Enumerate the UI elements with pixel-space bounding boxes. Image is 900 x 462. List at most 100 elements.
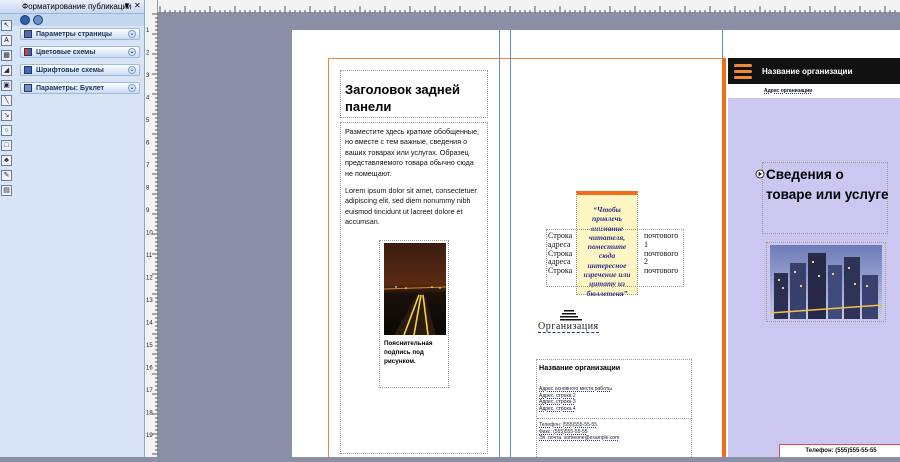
address-line: Адрес, строка 4	[539, 405, 576, 412]
table-icon[interactable]: ▦	[1, 50, 12, 61]
front-organization-name: Название организации	[762, 66, 853, 76]
chevron-down-icon[interactable]: ⌄	[128, 30, 136, 38]
front-phone-text: Телефон: (555)555-55-55	[805, 448, 877, 454]
organization-info-box[interactable]: Название организации Адрес основного мес…	[536, 359, 692, 457]
color-scheme-icon	[24, 48, 32, 56]
front-top-bar[interactable]: Название организации	[728, 58, 900, 84]
organization-name: Название организации	[539, 363, 621, 372]
workspace: Заголовок задней панели Разместите здесь…	[158, 13, 900, 457]
chevron-down-icon[interactable]: ⌄	[128, 66, 136, 74]
body-paragraph: Разместите здесь краткие обобщенные, но …	[345, 127, 480, 178]
section-font-schemes[interactable]: Шрифтовые схемы ⌄	[20, 64, 140, 76]
section-label: Шрифтовые схемы	[36, 66, 104, 74]
ruler-label: 17	[146, 388, 153, 394]
section-page-setup[interactable]: Параметры страницы ⌄	[20, 28, 140, 40]
section-label: Цветовые схемы	[36, 48, 96, 56]
ruler-label: 2	[146, 51, 150, 57]
email-line: Эл. почта: someone@example.com	[539, 435, 620, 442]
ruler-label: 5	[146, 118, 150, 124]
margin-guide-left	[328, 58, 329, 457]
city-skyline-photo[interactable]	[770, 245, 882, 319]
address-line: почтового	[644, 266, 679, 276]
arrow-icon[interactable]: ↘	[1, 110, 12, 121]
section-color-schemes[interactable]: Цветовые схемы ⌄	[20, 46, 140, 58]
organization-logo-text[interactable]: Организация	[538, 321, 599, 333]
address-line: Адрес основного места работы	[539, 386, 612, 392]
night-road-photo[interactable]	[384, 243, 446, 335]
horizontal-ruler[interactable]	[158, 0, 900, 13]
line-icon[interactable]: ╲	[1, 95, 12, 106]
fax-line: Факс: (555)555-55-55	[539, 428, 588, 435]
picture-icon[interactable]: ▣	[1, 80, 12, 91]
ruler-label: 4	[146, 96, 150, 102]
wordart-icon[interactable]: ◢	[1, 65, 12, 76]
address-line: Адрес, строка 2	[539, 392, 576, 399]
chevron-down-icon[interactable]: ⌄	[128, 48, 136, 56]
section-label: Параметры страницы	[36, 30, 113, 38]
picture-frame[interactable]: Пояснительная подпись под рисунком.	[379, 240, 449, 388]
phone-line: Телефон: (555)555-55-55	[539, 422, 597, 428]
contact-info: Телефон: (555)555-55-55 Факс: (555)555-5…	[539, 422, 619, 442]
address-line: почтового	[644, 248, 679, 258]
ruler-label: 13	[146, 298, 153, 304]
ruler-label: 10	[146, 231, 153, 237]
body-paragraph: Lorem ipsum dolor sit amet, consectetuer…	[345, 186, 477, 227]
ruler-label: 6	[146, 141, 150, 147]
chevron-down-icon[interactable]: ⌄	[128, 84, 136, 92]
front-picture-frame[interactable]	[766, 242, 886, 322]
organization-logo-icon[interactable]	[560, 308, 584, 322]
autoshapes-icon[interactable]: ♣	[1, 155, 12, 166]
ruler-label: 19	[146, 433, 153, 439]
address-line: Адрес, строка 3	[539, 399, 576, 406]
ruler-label: 12	[146, 276, 153, 282]
back-heading-box[interactable]: Заголовок задней панели	[340, 70, 488, 118]
oval-icon[interactable]: ○	[1, 125, 12, 136]
front-accent-bar	[722, 58, 726, 457]
task-pane-nav	[0, 14, 144, 26]
font-scheme-icon	[24, 66, 32, 74]
address-left-column: Строка адреса Строка адреса Строка	[548, 231, 572, 276]
ruler-label: 15	[146, 343, 153, 349]
section-brochure-options[interactable]: Параметры: Буклет ⌄	[20, 82, 140, 94]
objects-toolbar: ↖ A ▦ ◢ ▣ ╲ ↘ ○ □ ♣ ✎ ▤	[0, 18, 14, 198]
brochure-page[interactable]: Заголовок задней панели Разместите здесь…	[292, 30, 900, 457]
organization-address: Адрес основного места работы Адрес, стро…	[539, 386, 612, 412]
page-setup-icon	[24, 30, 32, 38]
contact-divider	[537, 418, 691, 419]
front-title: Сведения о товаре или услуге	[766, 167, 889, 202]
column-guide	[499, 30, 500, 457]
close-icon[interactable]: ✕	[134, 1, 141, 10]
margin-guide-top	[328, 58, 726, 59]
task-pane-sections: Параметры страницы ⌄ Цветовые схемы ⌄ Шр…	[20, 28, 140, 100]
back-panel-heading: Заголовок задней панели	[345, 82, 460, 114]
ruler-label: 18	[146, 411, 153, 417]
task-pane-menu-icon[interactable]: ▼	[123, 1, 131, 10]
front-phone-box[interactable]: Телефон: (555)555-55-55	[779, 444, 900, 457]
ruler-label: 8	[146, 186, 150, 192]
front-organization-address: Адрес организации	[764, 88, 813, 94]
task-pane-title: Форматирование публикации	[22, 2, 132, 11]
picture-caption: Пояснительная подпись под рисунком.	[384, 340, 433, 365]
ruler-label: 7	[146, 163, 150, 169]
ruler-label: 3	[146, 73, 150, 79]
horizontal-ruler-ticks	[159, 6, 896, 13]
logo-stripes-icon	[734, 64, 752, 79]
select-tool-icon[interactable]: ↖	[1, 20, 12, 31]
vertical-ruler-ticks: 12345678910111213141516171819	[146, 13, 158, 455]
brochure-options-icon	[24, 84, 32, 92]
ruler-label: 9	[146, 208, 150, 214]
play-arrow-icon	[755, 169, 765, 179]
design-gallery-icon[interactable]: ▤	[1, 185, 12, 196]
back-panel-body: Разместите здесь краткие обобщенные, но …	[341, 123, 487, 239]
text-box-icon[interactable]: A	[1, 35, 12, 46]
task-pane-header: Форматирование публикации ▼ ✕	[0, 0, 144, 14]
vertical-ruler[interactable]: 1 2 3 4 5 6 7 8 9 10 11 12 13 14 15 16 17 18 19	[145, 0, 158, 457]
rectangle-icon[interactable]: □	[1, 140, 12, 151]
section-label: Параметры: Буклет	[36, 84, 105, 92]
address-line: почтового	[644, 231, 679, 240]
home-icon[interactable]	[33, 15, 43, 25]
ruler-label: 11	[146, 253, 153, 259]
ruler-label: 14	[146, 321, 153, 327]
back-arrow-icon[interactable]	[20, 15, 30, 25]
hotspot-icon[interactable]: ✎	[1, 170, 12, 181]
